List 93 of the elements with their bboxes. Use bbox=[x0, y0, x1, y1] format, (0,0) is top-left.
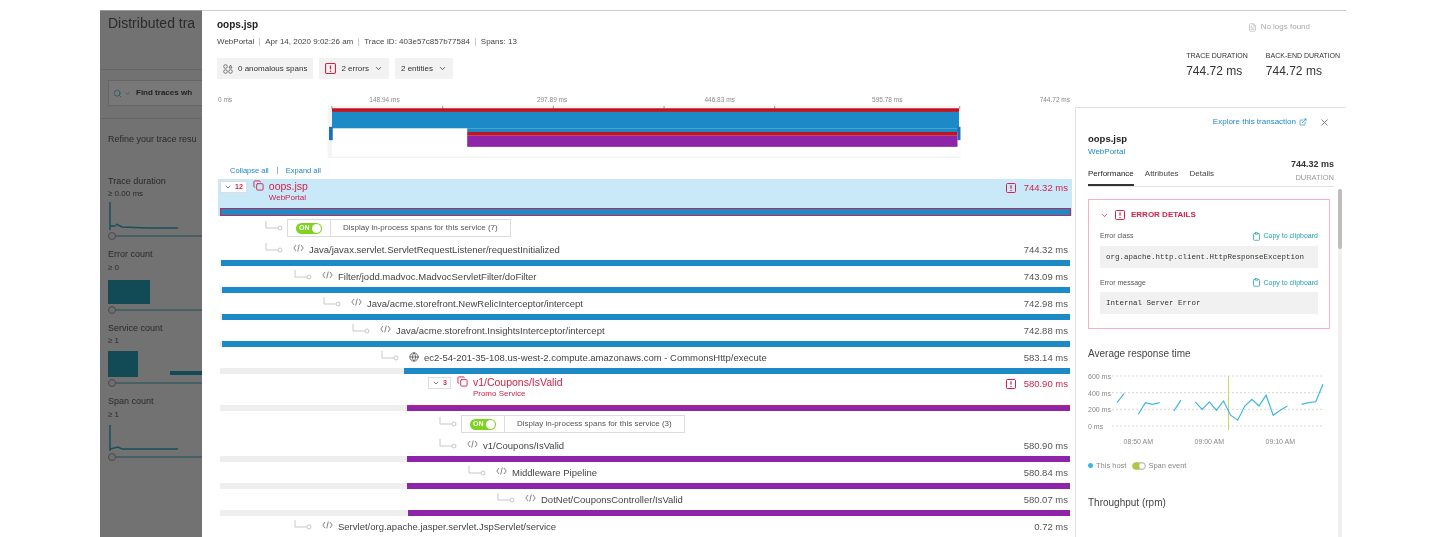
service-link[interactable]: WebPortal bbox=[1088, 146, 1334, 159]
scrollbar-thumb[interactable] bbox=[1338, 189, 1342, 249]
span-name: Servlet/org.apache.jasper.servlet.JspServlet/service bbox=[338, 521, 557, 533]
error-icon bbox=[325, 63, 337, 74]
span-name: Java/javax.servlet.ServletRequestListener/requestInitialized bbox=[309, 244, 560, 256]
span-duration: 0.72 ms bbox=[1034, 519, 1068, 534]
code-icon bbox=[467, 440, 478, 448]
search-icon bbox=[113, 88, 122, 98]
code-icon bbox=[293, 244, 304, 252]
span-duration: 742.88 ms bbox=[1023, 323, 1068, 338]
globe-icon bbox=[409, 352, 419, 362]
stat-value: 744.72 ms bbox=[1265, 62, 1323, 80]
span-name: ec2-54-201-35-108.us-west-2.compute.amazonaws.com - CommonsHttp/execute bbox=[424, 352, 767, 364]
code-icon bbox=[322, 521, 333, 529]
clipboard-icon bbox=[1251, 231, 1261, 241]
toggle-label: Display in-process spans for this service (3) bbox=[516, 418, 673, 430]
caret-icon bbox=[438, 64, 447, 73]
legend-toggle-icon[interactable] bbox=[1132, 461, 1147, 470]
span-duration: 580.07 ms bbox=[1023, 492, 1068, 507]
code-icon bbox=[322, 271, 333, 279]
explore-link[interactable]: Explore this transaction bbox=[1212, 116, 1307, 128]
stat-value: 744.72 ms bbox=[1186, 62, 1244, 80]
external-link-icon bbox=[1299, 118, 1307, 126]
filter-label: Service count bbox=[108, 321, 164, 335]
span-row[interactable]: Middleware Pipeline 580.84 ms bbox=[218, 463, 1072, 490]
span-event-marker bbox=[1227, 375, 1229, 431]
span-row[interactable]: Java/acme.storefront.InsightsInterceptor/intercept 742.88 ms bbox=[218, 321, 1072, 348]
span-row[interactable]: DotNet/CouponsController/IsValid 580.07 ms bbox=[218, 490, 1072, 517]
page-title: Distributed tra bbox=[107, 14, 197, 33]
refine-text: Refine your trace resu bbox=[107, 133, 198, 146]
logs-indicator: No logs found bbox=[1247, 21, 1310, 33]
trace-meta: Trace ID: 403e57c857b77584 bbox=[364, 36, 470, 48]
caret-icon bbox=[224, 183, 232, 191]
trace-meta: WebPortal bbox=[217, 36, 255, 48]
anomaly-icon bbox=[223, 63, 233, 74]
document-icon bbox=[1247, 22, 1257, 32]
chart-title: Average response time bbox=[1088, 347, 1192, 361]
caret-icon bbox=[373, 64, 383, 73]
span-name: Filter/jodd.madvoc.MadvocServletFilter/doFilter bbox=[338, 271, 537, 283]
code-icon bbox=[351, 298, 362, 306]
code-icon bbox=[525, 494, 536, 502]
span-duration: 742.98 ms bbox=[1023, 296, 1068, 311]
clipboard-icon bbox=[1251, 278, 1261, 288]
trace-meta: Apr 14, 2020 9:02:26 am bbox=[265, 36, 354, 48]
error-icon bbox=[1005, 183, 1016, 194]
span-duration: 580.90 ms bbox=[1023, 438, 1068, 453]
span-duration: 743.09 ms bbox=[1023, 269, 1068, 284]
detail-title: oops.jsp bbox=[1088, 132, 1129, 146]
span-name: Middleware Pipeline bbox=[512, 467, 598, 479]
service-name: Promo Service bbox=[472, 388, 527, 400]
toolbar-button[interactable]: 0 anomalous spans bbox=[217, 58, 314, 79]
toolbar-button[interactable]: 2 errors bbox=[319, 58, 389, 79]
span-name: Java/acme.storefront.InsightsInterceptor/intercept bbox=[396, 325, 605, 337]
span-duration: 744.32 ms bbox=[1023, 242, 1068, 257]
detail-tab[interactable]: Performance bbox=[1088, 168, 1134, 186]
copy-icon bbox=[252, 180, 264, 191]
span-row[interactable]: Filter/jodd.madvoc.MadvocServletFilter/doFilter 743.09 ms bbox=[218, 267, 1072, 294]
duration-value: 744.32 ms bbox=[1290, 158, 1334, 172]
error-icon bbox=[1115, 210, 1125, 220]
span-duration: 744.32 ms bbox=[1023, 181, 1068, 195]
filter-value: ≥ 1 bbox=[108, 408, 121, 421]
span-duration: 580.90 ms bbox=[1023, 377, 1068, 391]
span-duration: 583.14 ms bbox=[1023, 350, 1068, 365]
service-name: WebPortal bbox=[268, 192, 307, 204]
span-name: oops.jsp bbox=[268, 180, 308, 192]
trace-title: oops.jsp bbox=[217, 18, 260, 32]
filter-label: Error count bbox=[108, 248, 154, 261]
span-row[interactable]: Java/javax.servlet.ServletRequestListener/requestInitialized 744.32 ms bbox=[218, 240, 1072, 267]
detail-tab[interactable]: Details bbox=[1189, 168, 1215, 186]
span-name: v1/Coupons/IsValid bbox=[483, 440, 565, 452]
copy-icon bbox=[456, 376, 468, 387]
error-icon bbox=[1005, 379, 1016, 390]
span-row[interactable]: ec2-54-201-35-108.us-west-2.compute.amazonaws.com - CommonsHttp/execute 583.14 ms bbox=[218, 348, 1072, 375]
close-icon[interactable] bbox=[1319, 116, 1330, 128]
span-name: Java/acme.storefront.NewRelicInterceptor/intercept bbox=[367, 298, 583, 310]
span-name: DotNet/CouponsController/IsValid bbox=[541, 494, 683, 506]
span-row[interactable]: v1/Coupons/IsValid 580.90 ms bbox=[218, 436, 1072, 463]
trace-meta: Spans: 13 bbox=[480, 36, 517, 48]
toolbar-button[interactable]: 2 entities bbox=[394, 58, 453, 79]
toggle-label: Display in-process spans for this service (7) bbox=[342, 222, 499, 234]
error-details-header[interactable]: ERROR DETAILS bbox=[1100, 209, 1196, 221]
span-row[interactable]: Java/acme.storefront.NewRelicInterceptor/intercept 742.98 ms bbox=[218, 294, 1072, 321]
code-icon bbox=[380, 325, 391, 333]
filter-value: ≥ 1 bbox=[108, 335, 121, 347]
caret-icon bbox=[124, 89, 131, 97]
section-title: Throughput (rpm) bbox=[1088, 496, 1167, 511]
search-field[interactable]: Find traces wh bbox=[108, 80, 202, 106]
caret-icon bbox=[432, 379, 440, 387]
detail-tab[interactable]: Attributes bbox=[1144, 168, 1179, 186]
span-duration: 580.84 ms bbox=[1023, 465, 1068, 480]
code-icon bbox=[496, 467, 507, 475]
filter-label: Trace duration bbox=[108, 174, 167, 188]
span-name: v1/Coupons/IsValid bbox=[472, 376, 563, 388]
